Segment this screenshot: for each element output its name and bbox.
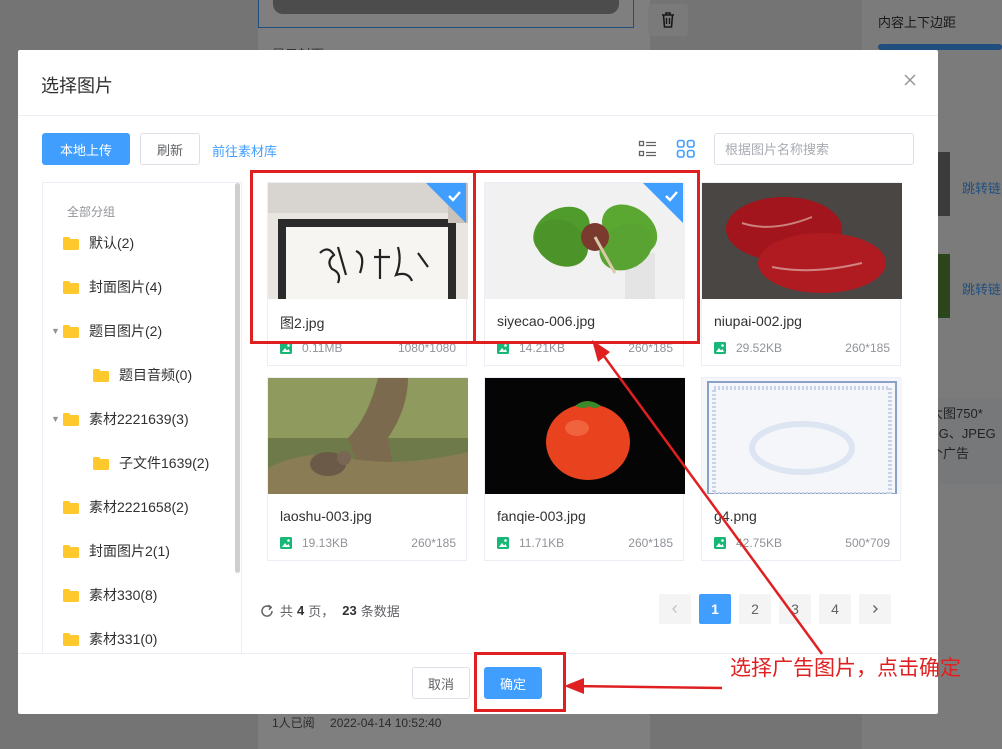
image-filesize: 42.75KB — [736, 536, 783, 550]
image-filename: laoshu-003.jpg — [280, 508, 372, 524]
close-icon[interactable] — [902, 72, 918, 88]
image-meta: 42.75KB 500*709 — [714, 536, 890, 550]
tree-root-all-groups[interactable]: 全部分组 — [67, 203, 115, 220]
page-1[interactable]: 1 — [699, 594, 731, 624]
select-image-dialog: 选择图片 本地上传 刷新 前往素材库 全部分组 默认(2) 封面图片(4) ▼ 题目图… — [18, 50, 938, 714]
image-meta: 19.13KB 260*185 — [280, 536, 456, 550]
tree-item[interactable]: 素材2221658(2) — [51, 494, 189, 520]
image-meta: 11.71KB 260*185 — [497, 536, 673, 550]
image-thumbnail[interactable] — [702, 183, 902, 299]
dialog-header: 选择图片 — [18, 50, 938, 116]
tree-item[interactable]: 子文件1639(2) — [81, 450, 209, 476]
image-filename: g4.png — [714, 508, 757, 524]
image-card[interactable]: niupai-002.jpg 29.52KB 260*185 — [701, 182, 902, 366]
tree-item-label: 素材2221658(2) — [89, 499, 189, 515]
total-pages: 4 — [297, 603, 305, 618]
tree-item-label: 默认(2) — [89, 235, 135, 251]
tree-item-label: 题目音频(0) — [119, 367, 193, 383]
cancel-button[interactable]: 取消 — [412, 667, 470, 699]
annotation-instruction: 选择广告图片，点击确定 — [730, 656, 961, 680]
image-thumbnail[interactable] — [268, 378, 468, 494]
folder-icon — [63, 588, 79, 602]
tree-item[interactable]: 封面图片(4) — [51, 274, 162, 300]
dialog-toolbar: 本地上传 刷新 前往素材库 — [42, 133, 914, 165]
folder-icon — [63, 324, 79, 338]
tree-item[interactable]: 题目音频(0) — [81, 362, 192, 388]
total-prefix: 共 — [280, 604, 294, 619]
folder-icon — [63, 280, 79, 294]
refresh-button[interactable]: 刷新 — [140, 133, 200, 165]
tree-item-label: 题目图片(2) — [89, 323, 163, 339]
image-file-icon — [497, 537, 509, 549]
image-file-icon — [280, 537, 292, 549]
page-4[interactable]: 4 — [819, 594, 851, 624]
tree-item-label: 素材2221639(3) — [89, 411, 189, 427]
go-to-library-link[interactable]: 前往素材库 — [212, 141, 277, 160]
tree-item-label: 子文件1639(2) — [119, 455, 210, 471]
image-filesize: 29.52KB — [736, 341, 783, 355]
image-filesize: 19.13KB — [302, 536, 349, 550]
tree-item-label: 封面图片2(1) — [89, 543, 170, 559]
grid-view-icon[interactable] — [676, 139, 696, 159]
tree-item[interactable]: ▼ 素材2221639(3) — [51, 406, 189, 432]
annotation-highlight-selected-images — [250, 170, 476, 344]
image-filename: fanqie-003.jpg — [497, 508, 586, 524]
folder-icon — [93, 368, 109, 382]
chevron-left-icon[interactable] — [659, 594, 691, 624]
annotation-highlight-selected-images — [474, 170, 700, 344]
image-file-icon — [714, 342, 726, 354]
page-3[interactable]: 3 — [779, 594, 811, 624]
image-filename: niupai-002.jpg — [714, 313, 802, 329]
local-upload-button[interactable]: 本地上传 — [42, 133, 130, 165]
tree-item-label: 素材330(8) — [89, 587, 158, 603]
records-suffix: 条数据 — [360, 604, 400, 619]
page-2[interactable]: 2 — [739, 594, 771, 624]
total-records: 23 — [342, 603, 357, 618]
folder-icon — [93, 456, 109, 470]
folder-icon — [63, 544, 79, 558]
caret-down-icon[interactable]: ▼ — [51, 414, 61, 424]
annotation-highlight-confirm — [474, 652, 566, 712]
caret-down-icon[interactable]: ▼ — [51, 326, 61, 336]
image-dimensions: 260*185 — [411, 536, 456, 550]
tree-item-label: 素材331(0) — [89, 631, 158, 647]
image-card[interactable]: g4.png 42.75KB 500*709 — [701, 377, 902, 561]
image-card[interactable]: fanqie-003.jpg 11.71KB 260*185 — [484, 377, 685, 561]
pages-suffix: 页， — [308, 604, 335, 619]
pagination-total: 共 4 页， 23 条数据 — [260, 601, 400, 620]
image-dimensions: 260*185 — [845, 341, 890, 355]
image-file-icon — [714, 537, 726, 549]
tree-item[interactable]: 默认(2) — [51, 230, 134, 256]
sidebar-scrollbar[interactable] — [235, 183, 240, 573]
refresh-icon[interactable] — [260, 604, 274, 618]
folder-icon — [63, 412, 79, 426]
image-filesize: 11.71KB — [519, 536, 565, 550]
image-thumbnail[interactable] — [702, 378, 902, 494]
tree-item-label: 封面图片(4) — [89, 279, 163, 295]
folder-icon — [63, 500, 79, 514]
dialog-title: 选择图片 — [41, 76, 113, 96]
group-tree: 全部分组 默认(2) 封面图片(4) ▼ 题目图片(2) 题目音频(0) ▼ 素材22216… — [42, 182, 242, 654]
folder-icon — [63, 236, 79, 250]
folder-icon — [63, 632, 79, 646]
image-search-input[interactable] — [714, 133, 914, 165]
chevron-right-icon[interactable] — [859, 594, 891, 624]
image-card[interactable]: laoshu-003.jpg 19.13KB 260*185 — [267, 377, 468, 561]
image-dimensions: 500*709 — [845, 536, 890, 550]
list-view-icon[interactable] — [638, 139, 658, 159]
image-meta: 29.52KB 260*185 — [714, 341, 890, 355]
image-thumbnail[interactable] — [485, 378, 685, 494]
tree-item[interactable]: 素材331(0) — [51, 626, 157, 652]
tree-item[interactable]: ▼ 题目图片(2) — [51, 318, 162, 344]
tree-item[interactable]: 素材330(8) — [51, 582, 157, 608]
tree-item[interactable]: 封面图片2(1) — [51, 538, 170, 564]
image-dimensions: 260*185 — [628, 536, 673, 550]
